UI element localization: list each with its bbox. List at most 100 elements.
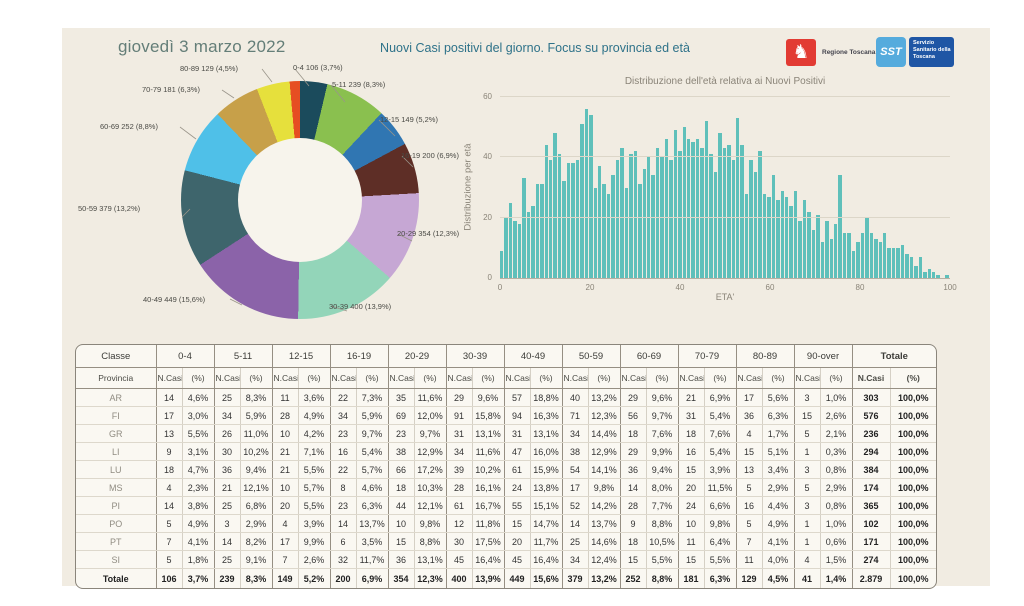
bar-age-30[interactable] [634, 151, 637, 278]
bar-age-1[interactable] [504, 218, 507, 278]
bar-age-14[interactable] [562, 181, 565, 278]
bar-age-51[interactable] [727, 145, 730, 278]
bar-age-49[interactable] [718, 133, 721, 278]
bar-age-88[interactable] [892, 248, 895, 278]
bar-age-6[interactable] [527, 212, 530, 278]
bar-age-94[interactable] [919, 257, 922, 278]
bar-age-27[interactable] [620, 148, 623, 278]
bar-age-53[interactable] [736, 118, 739, 278]
bar-age-2[interactable] [509, 203, 512, 278]
bar-age-20[interactable] [589, 115, 592, 278]
bar-age-46[interactable] [705, 121, 708, 278]
bar-age-87[interactable] [887, 248, 890, 278]
bar-age-36[interactable] [660, 157, 663, 278]
bar-age-39[interactable] [674, 130, 677, 278]
bar-age-35[interactable] [656, 148, 659, 278]
bar-age-10[interactable] [545, 145, 548, 278]
bar-age-43[interactable] [691, 142, 694, 278]
bar-age-41[interactable] [683, 127, 686, 278]
bar-age-37[interactable] [665, 139, 668, 278]
bar-age-57[interactable] [754, 172, 757, 278]
bar-age-78[interactable] [847, 233, 850, 278]
bar-age-61[interactable] [772, 175, 775, 278]
bars-container[interactable] [500, 97, 950, 278]
bar-age-66[interactable] [794, 191, 797, 278]
bar-age-50[interactable] [723, 148, 726, 278]
table-cell: 11,7% [530, 533, 562, 551]
bar-age-80[interactable] [856, 242, 859, 278]
bar-age-33[interactable] [647, 157, 650, 278]
bar-age-44[interactable] [696, 139, 699, 278]
bar-age-34[interactable] [651, 175, 654, 278]
bar-age-24[interactable] [607, 194, 610, 278]
bar-age-81[interactable] [861, 233, 864, 278]
bar-age-40[interactable] [678, 151, 681, 278]
bar-age-96[interactable] [928, 269, 931, 278]
bar-age-82[interactable] [865, 218, 868, 278]
bar-age-71[interactable] [816, 215, 819, 278]
bar-age-77[interactable] [843, 233, 846, 278]
bar-age-74[interactable] [830, 239, 833, 278]
bar-age-85[interactable] [879, 242, 882, 278]
table-cell: 4,9% [298, 407, 330, 425]
bar-age-17[interactable] [576, 160, 579, 278]
bar-age-16[interactable] [571, 163, 574, 278]
bar-age-83[interactable] [870, 233, 873, 278]
bar-age-0[interactable] [500, 251, 503, 278]
bar-age-75[interactable] [834, 224, 837, 278]
bar-age-26[interactable] [616, 160, 619, 278]
bar-age-93[interactable] [914, 266, 917, 278]
bar-age-86[interactable] [883, 233, 886, 278]
bar-age-54[interactable] [740, 145, 743, 278]
bar-age-55[interactable] [745, 194, 748, 278]
bar-age-72[interactable] [821, 242, 824, 278]
bar-age-9[interactable] [540, 184, 543, 278]
bar-age-45[interactable] [700, 148, 703, 278]
bar-age-56[interactable] [749, 160, 752, 278]
table-cell: 10,2% [472, 461, 504, 479]
table-cell: 21 [272, 443, 298, 461]
bar-age-23[interactable] [602, 184, 605, 278]
bar-age-25[interactable] [611, 175, 614, 278]
bar-age-4[interactable] [518, 224, 521, 278]
bar-age-12[interactable] [553, 133, 556, 278]
bar-age-73[interactable] [825, 221, 828, 278]
bar-age-90[interactable] [901, 245, 904, 278]
bar-age-42[interactable] [687, 139, 690, 278]
bar-age-63[interactable] [781, 191, 784, 278]
bar-age-3[interactable] [513, 221, 516, 278]
bar-age-62[interactable] [776, 200, 779, 278]
bar-age-21[interactable] [594, 188, 597, 279]
bar-age-91[interactable] [905, 254, 908, 278]
bar-age-18[interactable] [580, 124, 583, 278]
bar-age-67[interactable] [798, 221, 801, 278]
age-histogram-chart[interactable] [500, 97, 950, 278]
bar-age-79[interactable] [852, 251, 855, 278]
table-cell: 16,4% [530, 551, 562, 569]
bar-age-89[interactable] [896, 248, 899, 278]
bar-age-64[interactable] [785, 197, 788, 278]
bar-age-92[interactable] [910, 257, 913, 278]
bar-age-48[interactable] [714, 172, 717, 278]
bar-age-69[interactable] [807, 212, 810, 278]
table-cell: 15 [794, 407, 820, 425]
bar-age-32[interactable] [643, 169, 646, 278]
bar-age-5[interactable] [522, 178, 525, 278]
bar-age-38[interactable] [669, 160, 672, 278]
bar-age-11[interactable] [549, 160, 552, 278]
bar-age-60[interactable] [767, 197, 770, 278]
bar-age-22[interactable] [598, 166, 601, 278]
table-cell: 379 [562, 569, 588, 589]
bar-age-52[interactable] [732, 160, 735, 278]
bar-age-68[interactable] [803, 200, 806, 278]
bar-age-31[interactable] [638, 184, 641, 278]
bar-age-19[interactable] [585, 109, 588, 278]
bar-age-84[interactable] [874, 239, 877, 278]
bar-age-8[interactable] [536, 184, 539, 278]
bar-age-28[interactable] [625, 188, 628, 279]
bar-age-76[interactable] [838, 175, 841, 278]
bar-age-70[interactable] [812, 230, 815, 278]
bar-age-59[interactable] [763, 194, 766, 278]
bar-age-15[interactable] [567, 163, 570, 278]
bar-age-58[interactable] [758, 151, 761, 278]
